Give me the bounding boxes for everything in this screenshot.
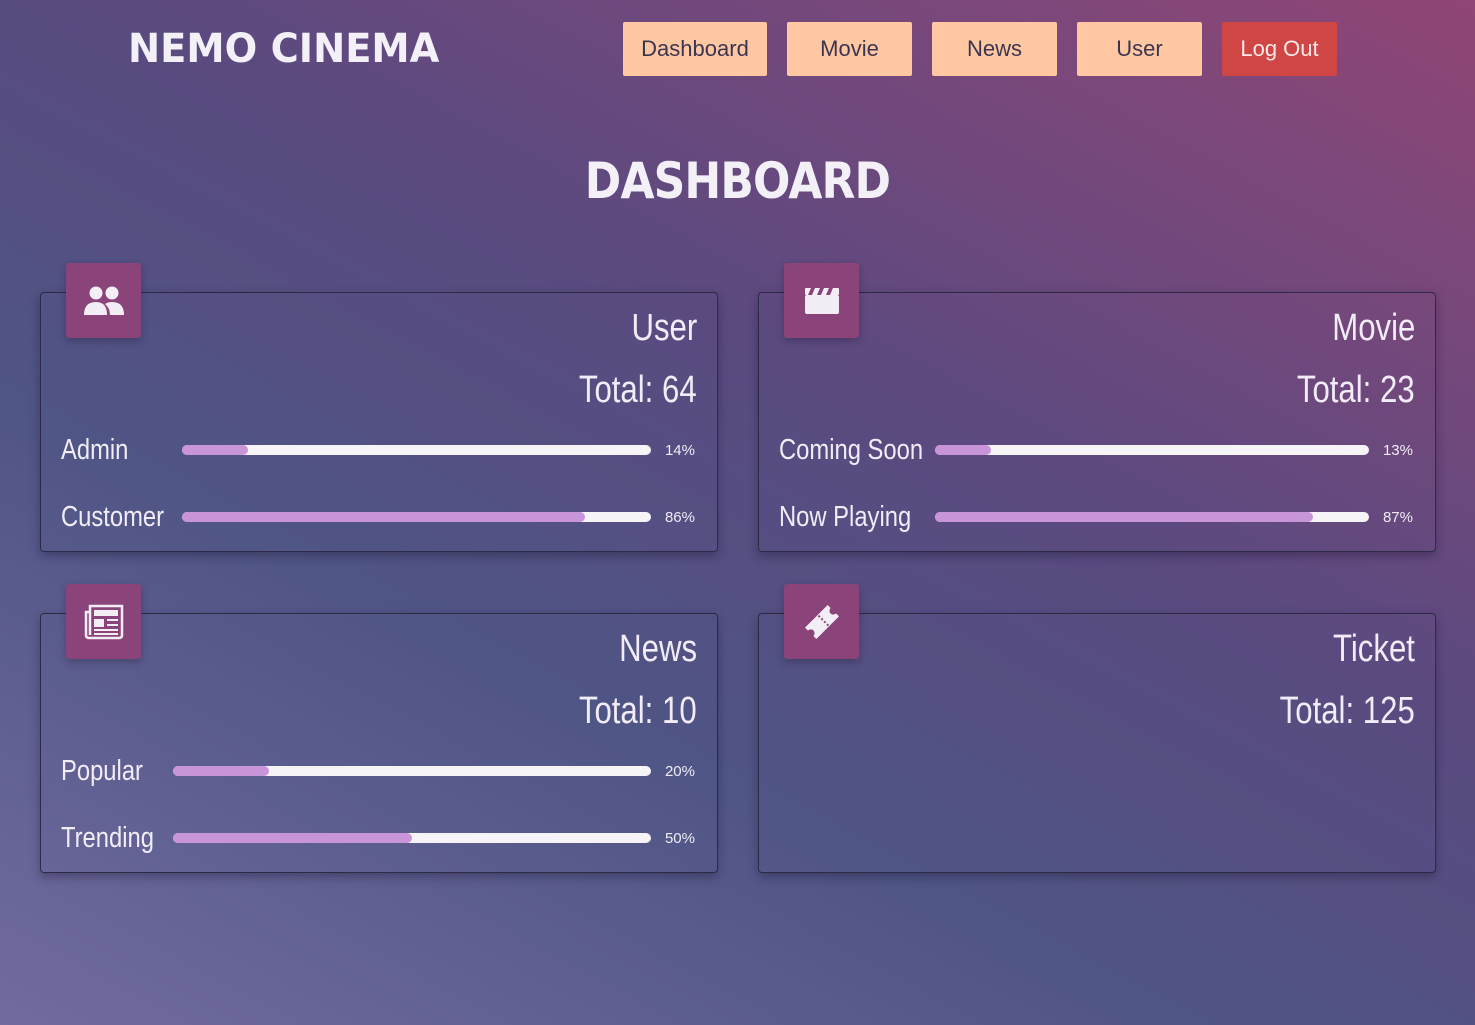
newspaper-icon bbox=[66, 584, 141, 659]
card-title: Ticket bbox=[1333, 628, 1415, 670]
logout-button[interactable]: Log Out bbox=[1222, 22, 1337, 76]
stat-percent: 13% bbox=[1382, 441, 1413, 459]
card-total: Total: 125 bbox=[1279, 690, 1415, 732]
nav-user-button[interactable]: User bbox=[1077, 22, 1202, 76]
news-card: News Total: 10 Popular 20% Trending 50% bbox=[40, 584, 718, 873]
progress-bar bbox=[173, 833, 651, 843]
nav-movie-button[interactable]: Movie bbox=[787, 22, 912, 76]
stat-row: Now Playing 87% bbox=[779, 500, 1413, 534]
card-title: User bbox=[631, 307, 697, 349]
card-total: Total: 64 bbox=[579, 369, 697, 411]
progress-fill bbox=[182, 512, 586, 522]
stat-percent: 50% bbox=[664, 829, 695, 847]
stat-row: Popular 20% bbox=[61, 754, 695, 788]
card-total: Total: 10 bbox=[579, 690, 697, 732]
progress-bar bbox=[935, 445, 1369, 455]
card-title: Movie bbox=[1331, 307, 1415, 349]
ticket-icon bbox=[784, 584, 859, 659]
progress-fill bbox=[935, 512, 1313, 522]
progress-bar bbox=[182, 445, 651, 455]
card-total: Total: 23 bbox=[1297, 369, 1415, 411]
stat-row: Coming Soon 13% bbox=[779, 433, 1413, 467]
stat-label: Coming Soon bbox=[779, 433, 924, 466]
users-icon bbox=[66, 263, 141, 338]
card-title: News bbox=[619, 628, 697, 670]
nav-dashboard-button[interactable]: Dashboard bbox=[623, 22, 767, 76]
progress-bar bbox=[935, 512, 1369, 522]
progress-fill bbox=[173, 766, 269, 776]
user-card: User Total: 64 Admin 14% Customer 86% bbox=[40, 263, 718, 552]
progress-fill bbox=[173, 833, 412, 843]
brand-logo[interactable]: NEMO CINEMA bbox=[128, 26, 439, 72]
stat-row: Customer 86% bbox=[61, 500, 695, 534]
stat-percent: 14% bbox=[664, 441, 695, 459]
stat-percent: 86% bbox=[664, 508, 695, 526]
progress-fill bbox=[935, 445, 992, 455]
progress-bar bbox=[182, 512, 651, 522]
page-title: DASHBOARD bbox=[584, 152, 891, 210]
stat-percent: 20% bbox=[664, 762, 695, 780]
progress-fill bbox=[182, 445, 248, 455]
nav-news-button[interactable]: News bbox=[932, 22, 1057, 76]
stat-row: Admin 14% bbox=[61, 433, 695, 467]
stat-label: Admin bbox=[61, 433, 129, 466]
top-nav: Dashboard Movie News User Log Out bbox=[623, 22, 1337, 76]
stat-label: Now Playing bbox=[779, 500, 912, 533]
movie-card: Movie Total: 23 Coming Soon 13% Now Play… bbox=[758, 263, 1436, 552]
ticket-card: Ticket Total: 125 bbox=[758, 584, 1436, 873]
stat-label: Trending bbox=[61, 821, 154, 854]
stat-label: Popular bbox=[61, 754, 143, 787]
stat-row: Trending 50% bbox=[61, 821, 695, 855]
stat-percent: 87% bbox=[1382, 508, 1413, 526]
stat-label: Customer bbox=[61, 500, 165, 533]
progress-bar bbox=[173, 766, 651, 776]
clapperboard-icon bbox=[784, 263, 859, 338]
